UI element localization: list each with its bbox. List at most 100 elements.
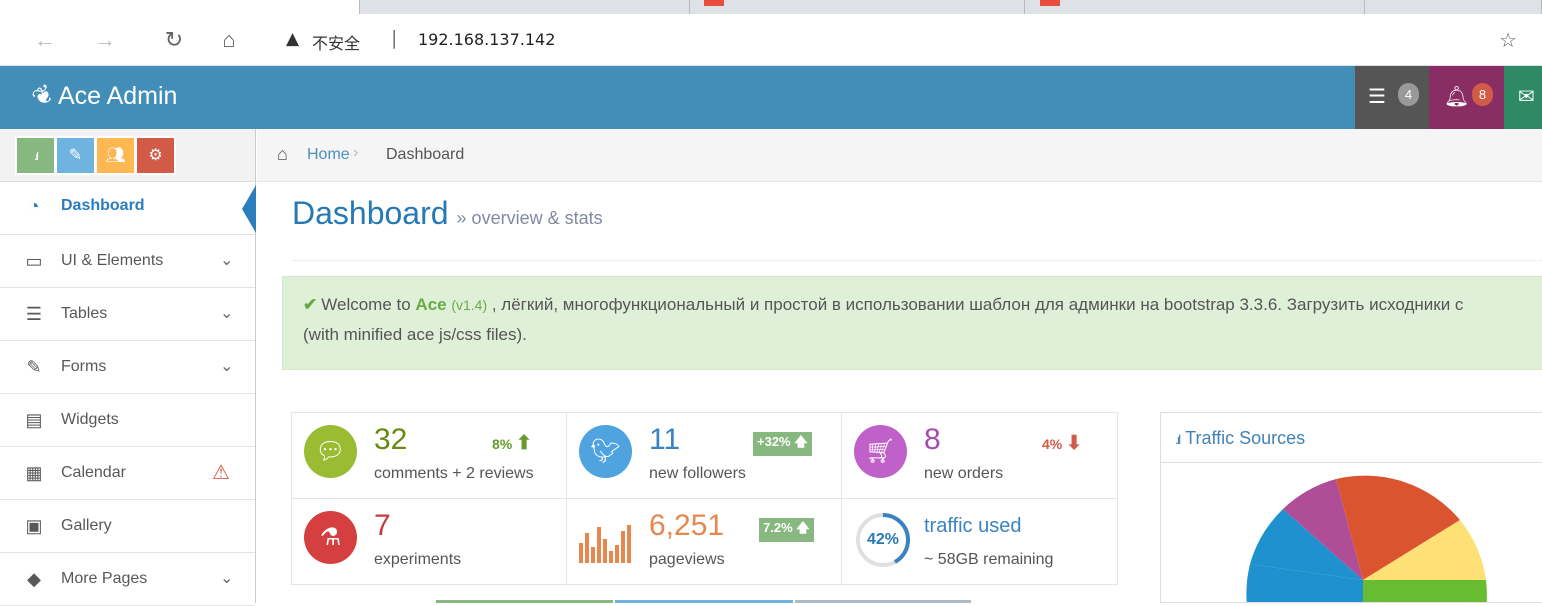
- pageviews-sparkline-icon: [579, 525, 631, 563]
- users-icon: 👥︎: [105, 147, 126, 164]
- list-alt-icon: ▤: [25, 410, 43, 430]
- tasks-icon: ☰: [1368, 86, 1386, 108]
- browser-tab-strip: [0, 0, 1542, 14]
- orders-count: 8: [924, 423, 941, 456]
- infobox-traffic: 42% traffic used ~ 58GB remaining: [842, 499, 1117, 585]
- breadcrumb: ⌂ Home › Dashboard: [257, 129, 1542, 182]
- followers-label: new followers: [649, 465, 746, 482]
- tab-favicon: [1040, 0, 1060, 6]
- app-navbar: ❦Ace Admin ☰ 4 🔔︎ 8 ✉: [0, 66, 1542, 129]
- arrow-up-icon: 🡅: [794, 434, 808, 449]
- sidebar-item-label: Tables: [61, 305, 108, 322]
- brand-logo[interactable]: ❦Ace Admin: [27, 79, 178, 114]
- url-text[interactable]: 192.168.137.142: [418, 30, 555, 49]
- signal-icon: .ıl: [1175, 432, 1181, 447]
- sidebar-item-label: UI & Elements: [61, 252, 164, 269]
- leaf-icon: ❦: [27, 78, 60, 114]
- sidebar-item-label: More Pages: [61, 570, 148, 587]
- forward-arrow-icon[interactable]: →: [90, 26, 120, 54]
- traffic-remaining: ~ 58GB remaining: [924, 551, 1054, 568]
- sidebar-item-label: Gallery: [61, 517, 112, 534]
- sidebar-item-ui-elements[interactable]: ▭ UI & Elements ⌄: [0, 235, 255, 288]
- chevron-down-icon: ⌄: [220, 305, 234, 322]
- breadcrumb-separator-icon: ›: [353, 144, 359, 161]
- browser-tab[interactable]: [1025, 0, 1365, 14]
- sidebar-item-dashboard[interactable]: ◔ Dashboard: [0, 182, 256, 235]
- browser-toolbar: ← → ↻ ⌂ ▲ 不安全 | 192.168.137.142 ☆: [0, 14, 1542, 66]
- infobox-pageviews: 6,251 pageviews 7.2% 🡅: [567, 499, 842, 585]
- browser-tab[interactable]: [1365, 0, 1542, 14]
- tasks-dropdown[interactable]: ☰ 4: [1355, 66, 1429, 129]
- chevron-down-icon: ⌄: [220, 358, 234, 375]
- experiments-label: experiments: [374, 551, 462, 568]
- shortcut-button[interactable]: ✎: [55, 136, 96, 175]
- comments-label: comments + 2 reviews: [374, 465, 534, 482]
- alert-line-1: ✔ Welcome to Ace (v1.4) , лёгкий, многофу…: [303, 290, 1542, 320]
- brand-name: Ace Admin: [57, 82, 178, 110]
- stats-infoboxes: 💬︎ 32 comments + 2 reviews 8% ⬆ 🐦︎ 11 ne…: [291, 412, 1118, 585]
- sidebar-item-calendar[interactable]: ▦ Calendar ⚠: [0, 447, 255, 500]
- list-icon: ☰: [25, 304, 43, 324]
- infobox-orders: 🛒︎ 8 new orders 4% ⬇: [842, 413, 1117, 499]
- browser-tab[interactable]: [0, 0, 360, 14]
- alert-text: , лёгкий, многофункциональный и простой …: [487, 295, 1464, 314]
- pie-slice: [1363, 580, 1487, 602]
- traffic-sources-title: Traffic Sources: [1185, 428, 1306, 448]
- pencil-square-icon: ✎: [26, 357, 42, 377]
- chevron-down-icon: ⌄: [220, 252, 234, 269]
- sidebar-item-gallery[interactable]: ▣ Gallery: [0, 500, 255, 553]
- page-title: Dashboard: [292, 195, 449, 231]
- messages-dropdown[interactable]: ✉: [1504, 66, 1542, 129]
- traffic-sources-header: .ıl Traffic Sources: [1161, 413, 1542, 463]
- shortcut-button[interactable]: ⚙: [135, 136, 176, 175]
- twitter-icon: 🐦︎: [579, 425, 632, 478]
- sidebar-item-more-pages[interactable]: ◆ More Pages ⌄: [0, 553, 255, 606]
- chevron-down-icon: ⌄: [220, 570, 234, 587]
- orders-label: new orders: [924, 465, 1004, 482]
- sidebar-item-label: Dashboard: [61, 197, 145, 214]
- traffic-sources-widget: .ıl Traffic Sources: [1160, 412, 1542, 603]
- notifications-dropdown[interactable]: 🔔︎ 8: [1429, 66, 1504, 129]
- warning-icon: ⚠: [212, 462, 230, 484]
- followers-count: 11: [649, 423, 681, 456]
- address-bar[interactable]: ▲ 不安全 | 192.168.137.142 ☆: [272, 22, 1537, 58]
- experiments-count: 7: [374, 509, 391, 542]
- envelope-icon: ✉: [1518, 86, 1535, 108]
- traffic-percent: 42%: [866, 531, 900, 548]
- infobox-experiments: ⚗ 7 experiments: [292, 499, 567, 585]
- tab-favicon: [704, 0, 724, 6]
- back-arrow-icon[interactable]: ←: [30, 26, 60, 54]
- desktop-icon: ▭: [25, 251, 43, 271]
- reload-icon[interactable]: ↻: [159, 26, 189, 54]
- flask-icon: ⚗: [304, 511, 357, 564]
- sidebar-item-widgets[interactable]: ▤ Widgets: [0, 394, 255, 447]
- welcome-alert: ✔ Welcome to Ace (v1.4) , лёгкий, многофу…: [282, 276, 1542, 370]
- traffic-pie: [1246, 475, 1487, 602]
- browser-tab[interactable]: [690, 0, 1025, 14]
- alert-version: (v1.4): [451, 297, 488, 313]
- shortcut-button[interactable]: 👥︎: [95, 136, 136, 175]
- sidebar-item-label: Forms: [61, 358, 107, 375]
- insecure-label[interactable]: 不安全: [312, 30, 360, 54]
- star-add-icon[interactable]: ☆: [1499, 28, 1517, 52]
- breadcrumb-home-link[interactable]: Home: [307, 146, 350, 164]
- warning-icon[interactable]: ▲: [286, 29, 299, 49]
- sidebar: .ıl ✎ 👥︎ ⚙ ◔ Dashboard ▭ UI & Elements ⌄ ☰ …: [0, 129, 256, 606]
- tachometer-icon: ◔: [28, 196, 40, 216]
- pageviews-trend: 7.2% 🡅: [759, 518, 814, 542]
- page-subtitle: » overview & stats: [456, 208, 603, 228]
- cogs-icon: ⚙: [148, 147, 163, 164]
- check-icon: ✔: [303, 295, 318, 314]
- sidebar-shortcuts: .ıl ✎ 👥︎ ⚙: [0, 129, 255, 182]
- home-icon[interactable]: ⌂: [214, 26, 244, 54]
- shortcut-button[interactable]: .ıl: [15, 136, 56, 175]
- calendar-icon: ▦: [25, 463, 43, 483]
- sidebar-item-forms[interactable]: ✎ Forms ⌄: [0, 341, 255, 394]
- bell-icon: 🔔︎: [1444, 86, 1470, 108]
- browser-tab[interactable]: [360, 0, 690, 14]
- sidebar-item-tables[interactable]: ☰ Tables ⌄: [0, 288, 255, 341]
- page-header: Dashboard » overview & stats: [292, 195, 1542, 261]
- infobox-comments: 💬︎ 32 comments + 2 reviews 8% ⬆: [292, 413, 567, 499]
- alert-line-2: (with minified ace js/css files).: [303, 325, 527, 344]
- tasks-badge: 4: [1398, 83, 1419, 106]
